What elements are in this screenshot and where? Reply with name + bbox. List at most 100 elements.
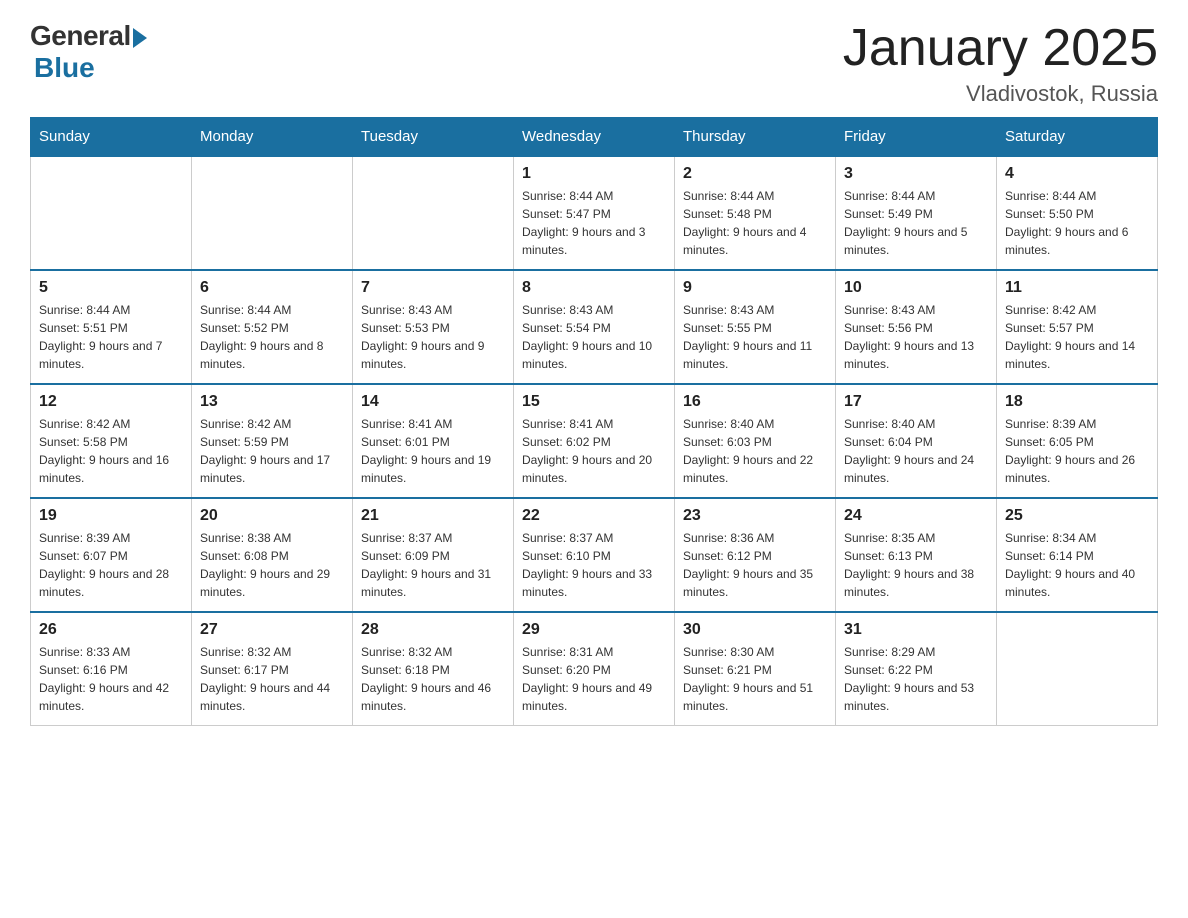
day-info: Sunrise: 8:44 AM Sunset: 5:51 PM Dayligh… [39, 301, 183, 373]
day-info: Sunrise: 8:43 AM Sunset: 5:53 PM Dayligh… [361, 301, 505, 373]
calendar-header-thursday: Thursday [675, 118, 836, 157]
calendar-cell: 1 Sunrise: 8:44 AM Sunset: 5:47 PM Daylig… [514, 156, 675, 270]
day-number: 6 [200, 279, 344, 297]
calendar-cell: 2 Sunrise: 8:44 AM Sunset: 5:48 PM Daylig… [675, 156, 836, 270]
logo: General Blue [30, 20, 147, 84]
day-number: 2 [683, 165, 827, 183]
day-number: 11 [1005, 279, 1149, 297]
calendar-cell: 16Sunrise: 8:40 AM Sunset: 6:03 PM Dayli… [675, 384, 836, 498]
day-info: Sunrise: 8:41 AM Sunset: 6:01 PM Dayligh… [361, 415, 505, 487]
calendar-cell: 28 Sunrise: 8:32 AM Sunset: 6:18 PM Dayli… [353, 612, 514, 726]
title-section: January 2025 Vladivostok, Russia [843, 20, 1158, 107]
day-number: 25 [1005, 507, 1149, 525]
calendar-week-2: 5 Sunrise: 8:44 AM Sunset: 5:51 PM Daylig… [31, 270, 1158, 384]
calendar-cell: 19 Sunrise: 8:39 AM Sunset: 6:07 PM Dayli… [31, 498, 192, 612]
day-number: 15 [522, 393, 666, 411]
calendar-cell: 3 Sunrise: 8:44 AM Sunset: 5:49 PM Daylig… [836, 156, 997, 270]
calendar-cell: 10 Sunrise: 8:43 AM Sunset: 5:56 PM Dayli… [836, 270, 997, 384]
day-info: Sunrise: 8:39 AM Sunset: 6:05 PM Dayligh… [1005, 415, 1149, 487]
month-title: January 2025 [843, 20, 1158, 77]
day-number: 29 [522, 621, 666, 639]
calendar-week-5: 26Sunrise: 8:33 AM Sunset: 6:16 PM Dayli… [31, 612, 1158, 726]
calendar-cell: 31Sunrise: 8:29 AM Sunset: 6:22 PM Dayli… [836, 612, 997, 726]
day-info: Sunrise: 8:37 AM Sunset: 6:10 PM Dayligh… [522, 529, 666, 601]
day-number: 4 [1005, 165, 1149, 183]
calendar-cell: 18 Sunrise: 8:39 AM Sunset: 6:05 PM Dayli… [997, 384, 1158, 498]
calendar-cell [997, 612, 1158, 726]
calendar-cell: 21 Sunrise: 8:37 AM Sunset: 6:09 PM Dayli… [353, 498, 514, 612]
calendar-header-wednesday: Wednesday [514, 118, 675, 157]
calendar-cell [353, 156, 514, 270]
day-info: Sunrise: 8:31 AM Sunset: 6:20 PM Dayligh… [522, 643, 666, 715]
calendar-table: SundayMondayTuesdayWednesdayThursdayFrid… [30, 117, 1158, 726]
day-number: 27 [200, 621, 344, 639]
day-number: 18 [1005, 393, 1149, 411]
day-number: 5 [39, 279, 183, 297]
day-number: 28 [361, 621, 505, 639]
day-info: Sunrise: 8:44 AM Sunset: 5:52 PM Dayligh… [200, 301, 344, 373]
calendar-week-4: 19 Sunrise: 8:39 AM Sunset: 6:07 PM Dayli… [31, 498, 1158, 612]
day-info: Sunrise: 8:42 AM Sunset: 5:58 PM Dayligh… [39, 415, 183, 487]
day-info: Sunrise: 8:32 AM Sunset: 6:18 PM Dayligh… [361, 643, 505, 715]
calendar-week-1: 1 Sunrise: 8:44 AM Sunset: 5:47 PM Daylig… [31, 156, 1158, 270]
day-number: 1 [522, 165, 666, 183]
day-number: 10 [844, 279, 988, 297]
day-info: Sunrise: 8:37 AM Sunset: 6:09 PM Dayligh… [361, 529, 505, 601]
day-info: Sunrise: 8:43 AM Sunset: 5:55 PM Dayligh… [683, 301, 827, 373]
calendar-header-sunday: Sunday [31, 118, 192, 157]
calendar-cell [31, 156, 192, 270]
calendar-cell: 14 Sunrise: 8:41 AM Sunset: 6:01 PM Dayli… [353, 384, 514, 498]
day-number: 13 [200, 393, 344, 411]
day-info: Sunrise: 8:40 AM Sunset: 6:03 PM Dayligh… [683, 415, 827, 487]
calendar-header-saturday: Saturday [997, 118, 1158, 157]
calendar-header-row: SundayMondayTuesdayWednesdayThursdayFrid… [31, 118, 1158, 157]
day-number: 19 [39, 507, 183, 525]
day-info: Sunrise: 8:32 AM Sunset: 6:17 PM Dayligh… [200, 643, 344, 715]
calendar-cell: 26Sunrise: 8:33 AM Sunset: 6:16 PM Dayli… [31, 612, 192, 726]
page-header: General Blue January 2025 Vladivostok, R… [30, 20, 1158, 107]
calendar-cell: 17Sunrise: 8:40 AM Sunset: 6:04 PM Dayli… [836, 384, 997, 498]
calendar-cell: 13Sunrise: 8:42 AM Sunset: 5:59 PM Dayli… [192, 384, 353, 498]
calendar-cell: 25Sunrise: 8:34 AM Sunset: 6:14 PM Dayli… [997, 498, 1158, 612]
calendar-cell [192, 156, 353, 270]
logo-general-text: General [30, 20, 131, 52]
day-info: Sunrise: 8:39 AM Sunset: 6:07 PM Dayligh… [39, 529, 183, 601]
day-number: 23 [683, 507, 827, 525]
calendar-cell: 8Sunrise: 8:43 AM Sunset: 5:54 PM Daylig… [514, 270, 675, 384]
calendar-week-3: 12Sunrise: 8:42 AM Sunset: 5:58 PM Dayli… [31, 384, 1158, 498]
calendar-cell: 22Sunrise: 8:37 AM Sunset: 6:10 PM Dayli… [514, 498, 675, 612]
calendar-cell: 5 Sunrise: 8:44 AM Sunset: 5:51 PM Daylig… [31, 270, 192, 384]
day-number: 31 [844, 621, 988, 639]
day-info: Sunrise: 8:43 AM Sunset: 5:56 PM Dayligh… [844, 301, 988, 373]
day-number: 24 [844, 507, 988, 525]
calendar-cell: 29 Sunrise: 8:31 AM Sunset: 6:20 PM Dayli… [514, 612, 675, 726]
location: Vladivostok, Russia [843, 81, 1158, 107]
day-number: 14 [361, 393, 505, 411]
day-info: Sunrise: 8:44 AM Sunset: 5:47 PM Dayligh… [522, 187, 666, 259]
day-info: Sunrise: 8:38 AM Sunset: 6:08 PM Dayligh… [200, 529, 344, 601]
calendar-cell: 7 Sunrise: 8:43 AM Sunset: 5:53 PM Daylig… [353, 270, 514, 384]
day-info: Sunrise: 8:43 AM Sunset: 5:54 PM Dayligh… [522, 301, 666, 373]
calendar-header-monday: Monday [192, 118, 353, 157]
calendar-cell: 24Sunrise: 8:35 AM Sunset: 6:13 PM Dayli… [836, 498, 997, 612]
calendar-cell: 4Sunrise: 8:44 AM Sunset: 5:50 PM Daylig… [997, 156, 1158, 270]
calendar-cell: 6 Sunrise: 8:44 AM Sunset: 5:52 PM Daylig… [192, 270, 353, 384]
calendar-header-friday: Friday [836, 118, 997, 157]
day-info: Sunrise: 8:44 AM Sunset: 5:48 PM Dayligh… [683, 187, 827, 259]
day-number: 3 [844, 165, 988, 183]
day-number: 7 [361, 279, 505, 297]
day-number: 20 [200, 507, 344, 525]
day-number: 30 [683, 621, 827, 639]
day-number: 9 [683, 279, 827, 297]
day-info: Sunrise: 8:41 AM Sunset: 6:02 PM Dayligh… [522, 415, 666, 487]
calendar-cell: 15 Sunrise: 8:41 AM Sunset: 6:02 PM Dayli… [514, 384, 675, 498]
day-info: Sunrise: 8:33 AM Sunset: 6:16 PM Dayligh… [39, 643, 183, 715]
day-info: Sunrise: 8:44 AM Sunset: 5:49 PM Dayligh… [844, 187, 988, 259]
calendar-header-tuesday: Tuesday [353, 118, 514, 157]
day-number: 21 [361, 507, 505, 525]
day-info: Sunrise: 8:36 AM Sunset: 6:12 PM Dayligh… [683, 529, 827, 601]
day-info: Sunrise: 8:40 AM Sunset: 6:04 PM Dayligh… [844, 415, 988, 487]
calendar-cell: 12Sunrise: 8:42 AM Sunset: 5:58 PM Dayli… [31, 384, 192, 498]
calendar-cell: 23 Sunrise: 8:36 AM Sunset: 6:12 PM Dayli… [675, 498, 836, 612]
logo-blue-text: Blue [34, 52, 95, 84]
